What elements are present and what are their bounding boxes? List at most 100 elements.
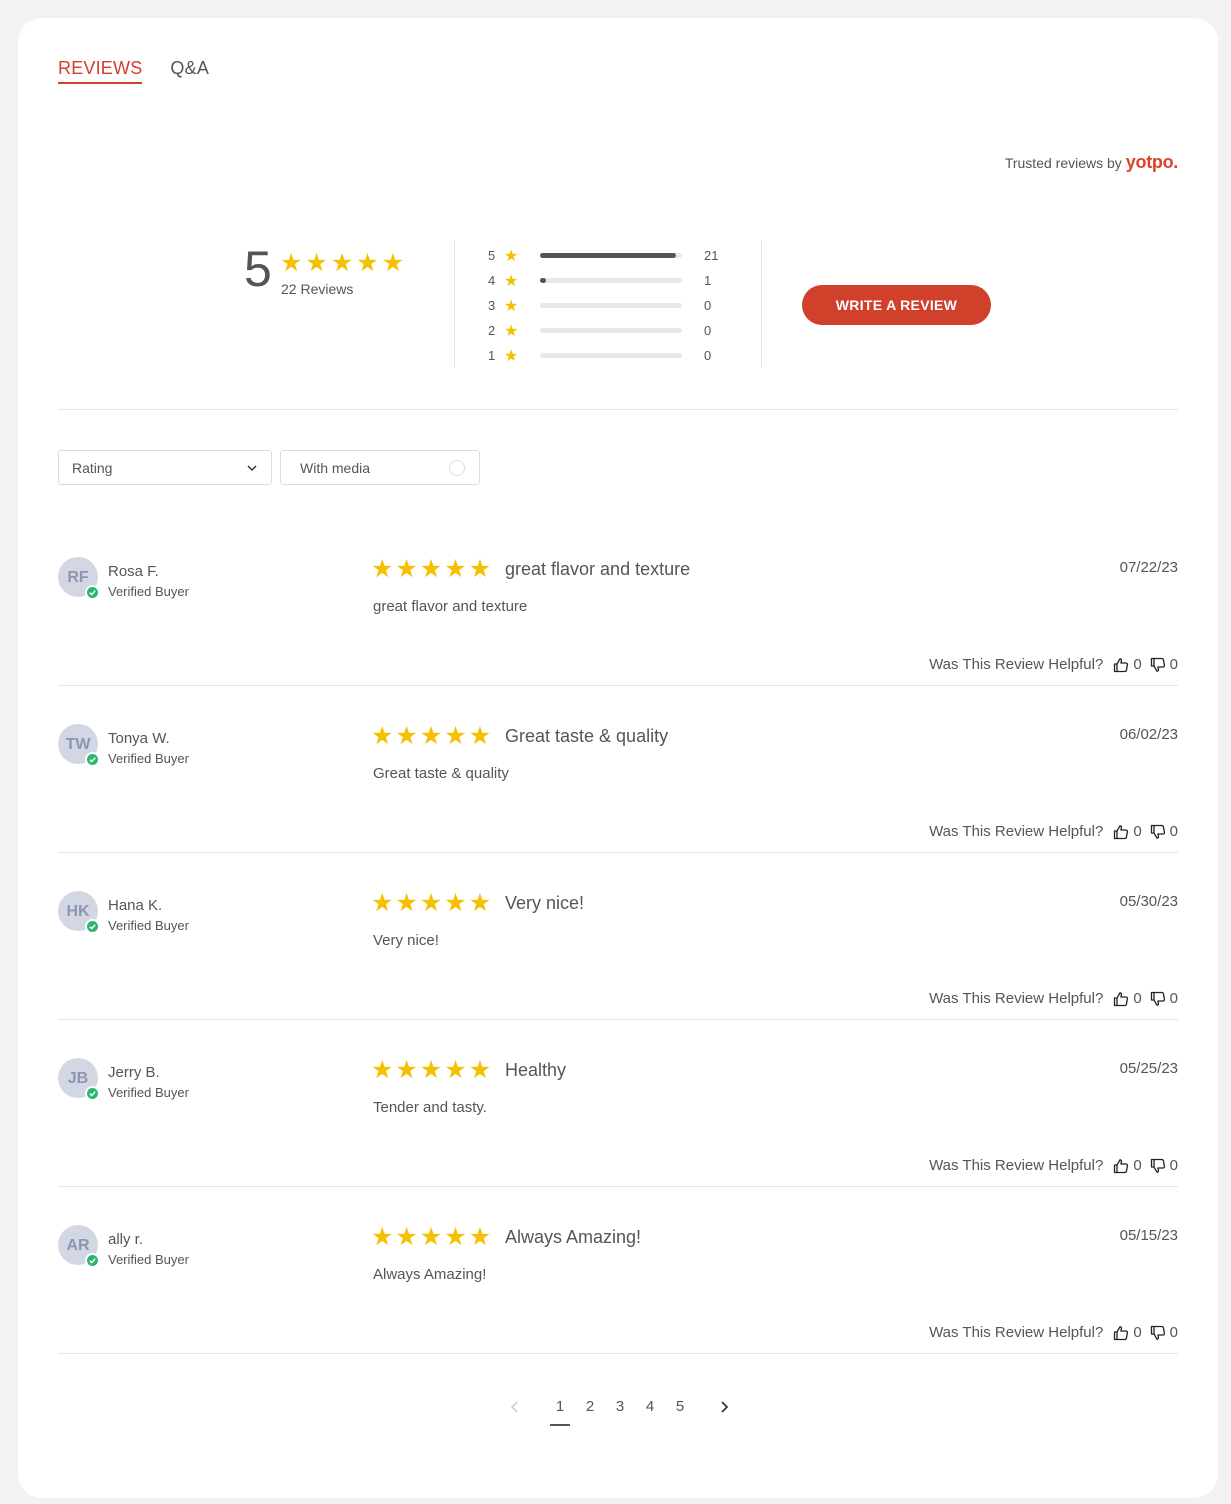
helpful-section: Was This Review Helpful? 0 0 (929, 823, 1178, 840)
distribution-bar (540, 278, 682, 283)
review-title: Great taste & quality (505, 726, 669, 746)
page-4[interactable]: 4 (635, 1398, 665, 1415)
with-media-radio[interactable] (449, 459, 465, 476)
star-icon: ★ (419, 722, 443, 750)
distribution-stars: 5 (488, 248, 496, 263)
check-icon (85, 1086, 100, 1101)
reviews-count[interactable]: 22 Reviews (281, 281, 353, 297)
page-2[interactable]: 2 (575, 1398, 605, 1415)
trusted-text: Trusted reviews by (1004, 155, 1122, 171)
divider (454, 240, 455, 368)
distribution-count: 21 (704, 248, 719, 263)
page-3[interactable]: 3 (605, 1398, 635, 1415)
star-icon: ★ (371, 1056, 394, 1084)
distribution-stars: 4 (488, 273, 496, 288)
distribution-row-4[interactable]: 4 ★ 1 (488, 268, 718, 293)
star-icon: ★ (468, 1056, 492, 1084)
helpful-section: Was This Review Helpful? 0 0 (929, 1157, 1178, 1174)
helpful-down-count: 0 (1169, 1324, 1178, 1341)
star-icon: ★ (504, 297, 519, 315)
distribution-count: 0 (704, 323, 712, 338)
verified-badge: Verified Buyer (108, 584, 189, 599)
reviewer-name: Tonya W. (108, 730, 170, 747)
helpful-label: Was This Review Helpful? (929, 990, 1104, 1007)
review-stars: ★ ★ ★ ★ ★ (371, 891, 491, 916)
thumbs-up-icon[interactable] (1113, 824, 1129, 840)
star-icon: ★ (356, 249, 379, 277)
review-stars: ★ ★ ★ ★ ★ (371, 1058, 491, 1083)
distribution-count: 1 (704, 273, 712, 288)
thumbs-down-icon[interactable] (1150, 1325, 1166, 1341)
page-5[interactable]: 5 (665, 1398, 695, 1415)
chevron-left-icon[interactable] (508, 1400, 522, 1414)
yotpo-logo[interactable]: yotpo. (1126, 152, 1179, 173)
tab-qa[interactable]: Q&A (170, 58, 209, 84)
reviewer-name: Jerry B. (108, 1064, 160, 1081)
helpful-label: Was This Review Helpful? (929, 656, 1104, 673)
distribution-row-1[interactable]: 1 ★ 0 (488, 343, 718, 368)
star-icon: ★ (468, 1223, 492, 1251)
check-icon (85, 919, 100, 934)
distribution-bar-fill (540, 253, 676, 258)
with-media-filter[interactable]: With media (280, 450, 480, 485)
summary-divider (58, 409, 1178, 410)
review-item: TW Tonya W. Verified Buyer ★ ★ ★ ★ ★ Great taste… (58, 713, 1178, 880)
rating-filter-select[interactable]: Rating (58, 450, 272, 485)
chevron-down-icon (247, 464, 257, 471)
star-icon: ★ (395, 889, 418, 917)
verified-badge: Verified Buyer (108, 1085, 189, 1100)
star-icon: ★ (444, 1223, 467, 1251)
write-review-button[interactable]: WRITE A REVIEW (802, 285, 991, 325)
distribution-bar (540, 328, 682, 333)
page-1[interactable]: 1 (545, 1398, 575, 1426)
star-icon: ★ (504, 247, 519, 265)
star-icon: ★ (330, 249, 354, 277)
review-date: 06/02/23 (1119, 726, 1178, 743)
star-icon: ★ (419, 1223, 443, 1251)
star-icon: ★ (504, 322, 519, 340)
verified-badge: Verified Buyer (108, 918, 189, 933)
helpful-down-count: 0 (1169, 823, 1178, 840)
with-media-label: With media (300, 459, 371, 476)
review-date: 05/25/23 (1119, 1060, 1178, 1077)
review-stars: ★ ★ ★ ★ ★ (371, 724, 491, 749)
star-icon: ★ (371, 555, 394, 583)
distribution-row-3[interactable]: 3 ★ 0 (488, 293, 718, 318)
review-divider (58, 852, 1178, 853)
star-icon: ★ (280, 249, 303, 277)
helpful-up-count: 0 (1133, 823, 1142, 840)
distribution-count: 0 (704, 348, 712, 363)
star-icon: ★ (419, 555, 443, 583)
helpful-down-count: 0 (1169, 990, 1178, 1007)
tab-reviews[interactable]: REVIEWS (58, 58, 143, 84)
thumbs-up-icon[interactable] (1113, 657, 1129, 673)
reviews-widget: REVIEWS Q&A Trusted reviews by yotpo. 5 … (18, 18, 1218, 1498)
distribution-row-2[interactable]: 2 ★ 0 (488, 318, 718, 343)
reviewer-name: Hana K. (108, 897, 163, 914)
distribution-row-5[interactable]: 5 ★ 21 (488, 243, 718, 268)
review-item: JB Jerry B. Verified Buyer ★ ★ ★ ★ ★ Healthy Tend… (58, 1047, 1178, 1214)
star-icon: ★ (468, 722, 492, 750)
review-stars: ★ ★ ★ ★ ★ (371, 557, 491, 582)
thumbs-down-icon[interactable] (1150, 991, 1166, 1007)
star-icon: ★ (468, 889, 492, 917)
distribution-stars: 1 (488, 348, 496, 363)
thumbs-up-icon[interactable] (1113, 1325, 1129, 1341)
check-icon (85, 752, 100, 767)
thumbs-down-icon[interactable] (1150, 1158, 1166, 1174)
reviewer-name: Rosa F. (108, 563, 159, 580)
thumbs-up-icon[interactable] (1113, 991, 1129, 1007)
review-divider (58, 685, 1178, 686)
star-icon: ★ (371, 722, 394, 750)
review-date: 07/22/23 (1119, 559, 1178, 576)
star-icon: ★ (504, 347, 519, 365)
star-icon: ★ (395, 722, 418, 750)
helpful-section: Was This Review Helpful? 0 0 (929, 656, 1178, 673)
review-body: Very nice! (373, 932, 439, 949)
thumbs-up-icon[interactable] (1113, 1158, 1129, 1174)
thumbs-down-icon[interactable] (1150, 824, 1166, 840)
review-item: RF Rosa F. Verified Buyer ★ ★ ★ ★ ★ great flavor… (58, 546, 1178, 713)
reviewer-name: ally r. (108, 1231, 144, 1248)
chevron-right-icon[interactable] (717, 1400, 731, 1414)
thumbs-down-icon[interactable] (1150, 657, 1166, 673)
